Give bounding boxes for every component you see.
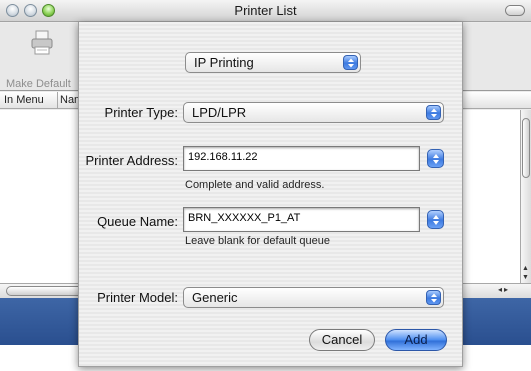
address-hint: Complete and valid address. <box>185 179 325 191</box>
add-button[interactable]: Add <box>385 329 447 351</box>
printer-address-field[interactable]: 192.168.11.22 <box>183 146 420 171</box>
queue-name-label: Queue Name: <box>97 214 178 229</box>
queue-name-value: BRN_XXXXXX_P1_AT <box>188 212 301 224</box>
column-in-menu[interactable]: In Menu <box>4 94 44 106</box>
printer-type-label: Printer Type: <box>104 105 178 120</box>
toolbar-toggle-button[interactable] <box>505 5 525 16</box>
horizontal-scroll-thumb[interactable] <box>6 286 86 296</box>
queue-name-field[interactable]: BRN_XXXXXX_P1_AT <box>183 207 420 232</box>
vertical-scrollbar[interactable]: ▲ ▼ <box>520 110 531 283</box>
printer-type-popup[interactable]: LPD/LPR <box>183 102 444 123</box>
printer-address-value: 192.168.11.22 <box>188 151 258 163</box>
window-title: Printer List <box>234 3 297 18</box>
address-popup-button[interactable] <box>427 149 444 168</box>
scroll-up-arrow-icon[interactable]: ▲ <box>522 265 529 272</box>
printer-icon[interactable] <box>30 29 54 57</box>
connection-type-popup[interactable]: IP Printing <box>185 52 361 73</box>
vertical-scroll-thumb[interactable] <box>522 118 530 178</box>
make-default-button-label[interactable]: Make Default <box>6 78 71 90</box>
scroll-down-arrow-icon[interactable]: ▼ <box>522 274 529 281</box>
title-bar[interactable]: Printer List <box>0 0 531 22</box>
scroll-arrows-icon[interactable]: ◂▸ <box>498 285 520 297</box>
add-printer-sheet: IP Printing Printer Type: LPD/LPR Printe… <box>78 22 463 367</box>
popup-arrows-icon <box>426 290 441 305</box>
printer-model-value: Generic <box>192 290 238 305</box>
printer-address-label: Printer Address: <box>85 153 179 168</box>
cancel-button[interactable]: Cancel <box>309 329 375 351</box>
connection-type-value: IP Printing <box>194 55 254 70</box>
queue-hint: Leave blank for default queue <box>185 235 330 247</box>
column-divider <box>57 92 58 109</box>
printer-model-popup[interactable]: Generic <box>183 287 444 308</box>
queue-popup-button[interactable] <box>427 210 444 229</box>
popup-arrows-icon <box>426 105 441 120</box>
printer-type-value: LPD/LPR <box>192 105 247 120</box>
printer-model-label: Printer Model: <box>97 290 178 305</box>
popup-arrows-icon <box>343 55 358 70</box>
